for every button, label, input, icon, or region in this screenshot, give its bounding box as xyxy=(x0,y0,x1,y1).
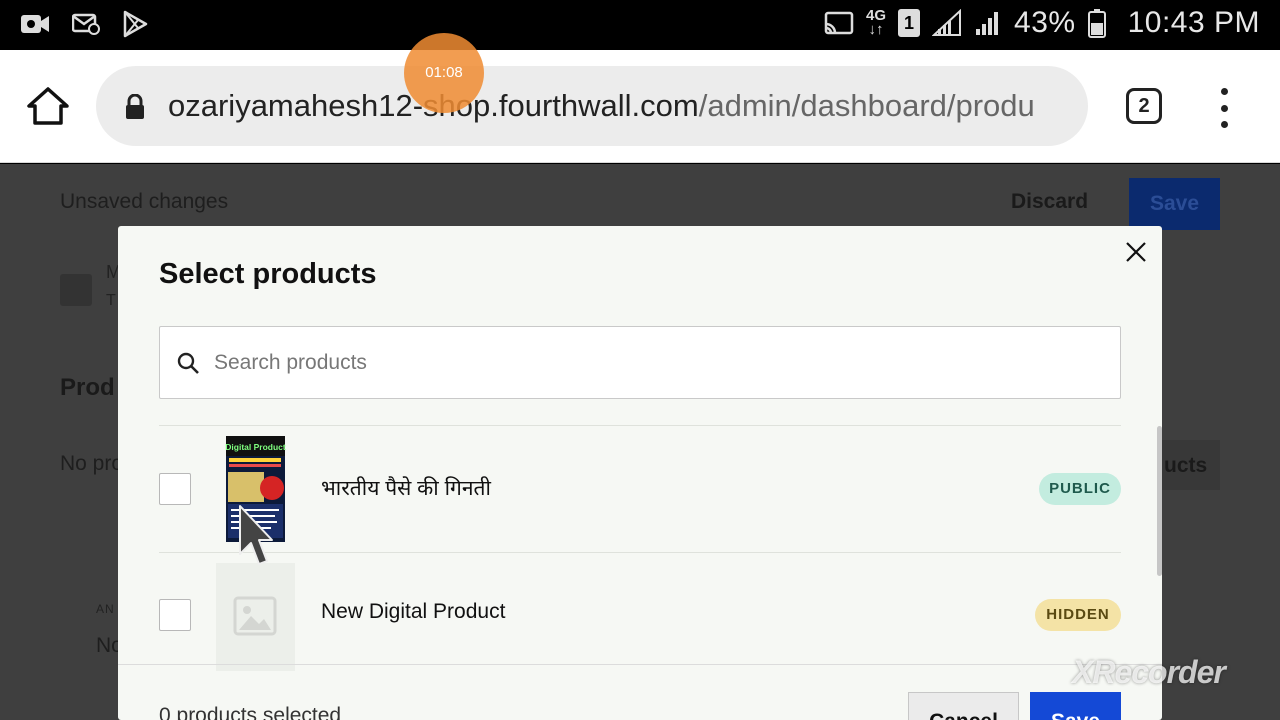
status-badge: HIDDEN xyxy=(1035,599,1121,631)
signal-icon-2 xyxy=(976,12,999,35)
recording-timer[interactable]: 01:08 xyxy=(404,33,484,113)
image-placeholder-icon xyxy=(233,596,277,636)
video-camera-icon xyxy=(21,15,49,33)
selected-count: 0 products selected xyxy=(159,704,342,720)
thumb-title: Digital Product xyxy=(225,442,286,452)
tab-switcher-button[interactable]: 2 xyxy=(1126,88,1162,124)
page-save-button: Save xyxy=(1129,178,1220,230)
product-thumbnail xyxy=(216,563,295,671)
unsaved-changes-label: Unsaved changes xyxy=(60,190,229,213)
browser-toolbar: ozariyamahesh12-shop.fourthwall.com/admi… xyxy=(0,50,1280,163)
save-button[interactable]: Save xyxy=(1030,692,1121,720)
product-name: भारतीय पैसे की गिनती xyxy=(321,477,491,500)
close-icon[interactable] xyxy=(1124,240,1148,264)
home-icon[interactable] xyxy=(26,86,70,126)
page-section-label: AN xyxy=(96,602,115,616)
address-bar[interactable]: ozariyamahesh12-shop.fourthwall.com/admi… xyxy=(96,66,1088,146)
signal-icon xyxy=(932,9,962,36)
product-row[interactable]: New Digital Product HIDDEN xyxy=(159,553,1121,679)
url-text[interactable]: ozariyamahesh12-shop.fourthwall.com/admi… xyxy=(168,88,1072,124)
browser-menu-icon[interactable] xyxy=(1214,88,1234,128)
sim-slot-badge: 1 xyxy=(898,9,921,37)
page-no-products-text: No pro xyxy=(60,452,124,475)
product-checkbox[interactable] xyxy=(159,599,191,631)
scrollbar[interactable] xyxy=(1157,426,1162,576)
cancel-button[interactable]: Cancel xyxy=(908,692,1019,720)
url-path: /admin/dashboard/produ xyxy=(698,88,1035,123)
discard-button: Discard xyxy=(1011,190,1089,213)
page-option-subtitle: T xyxy=(106,292,116,309)
footer-divider xyxy=(118,664,1162,665)
status-bar: 4G ↓↑ 1 43% 10:43 PM xyxy=(0,0,1280,50)
network-type: 4G ↓↑ xyxy=(866,7,887,38)
email-at-icon xyxy=(72,13,100,35)
status-badge: PUBLIC xyxy=(1039,473,1121,505)
search-icon xyxy=(177,352,199,374)
product-search-box xyxy=(159,326,1121,399)
xrecorder-watermark: XRecorder xyxy=(1072,654,1226,690)
mouse-cursor-icon xyxy=(239,505,273,565)
select-products-modal: Select products Digital Product भारतीय प… xyxy=(118,226,1162,720)
product-checkbox[interactable] xyxy=(159,473,191,505)
page-add-products-label: ucts xyxy=(1164,454,1208,477)
battery-percent: 43% xyxy=(1014,6,1076,39)
lock-icon[interactable] xyxy=(124,94,146,120)
search-input[interactable] xyxy=(214,345,1094,381)
page-checkbox xyxy=(60,274,92,306)
battery-icon xyxy=(1087,9,1106,38)
play-store-icon xyxy=(123,10,148,38)
modal-title: Select products xyxy=(159,258,377,290)
clock: 10:43 PM xyxy=(1127,6,1260,39)
cast-icon xyxy=(824,11,854,35)
product-row[interactable]: Digital Product भारतीय पैसे की गिनती PUB… xyxy=(159,426,1121,552)
product-name: New Digital Product xyxy=(321,600,506,623)
page-products-heading: Prod xyxy=(60,374,115,401)
